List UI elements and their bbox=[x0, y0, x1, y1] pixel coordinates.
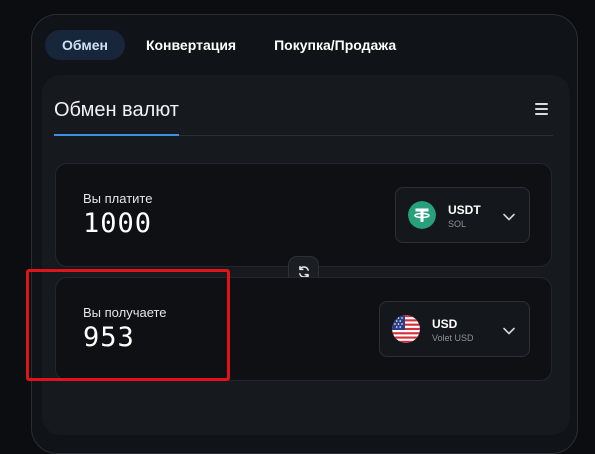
tether-icon bbox=[408, 201, 436, 229]
us-flag-icon bbox=[392, 315, 420, 343]
receive-currency-select[interactable]: USD Volet USD bbox=[379, 301, 530, 357]
tab-bar: Обмен Конвертация Покупка/Продажа bbox=[45, 30, 417, 60]
pay-label: Вы платите bbox=[83, 191, 153, 206]
tab-exchange[interactable]: Обмен bbox=[45, 30, 125, 60]
pay-currency-network: SOL bbox=[448, 219, 467, 229]
pay-section: Вы платите 1000 USDT SOL bbox=[55, 163, 552, 267]
receive-currency-code: USD bbox=[432, 317, 458, 331]
pay-amount-input[interactable]: 1000 bbox=[83, 208, 152, 239]
chevron-down-icon bbox=[503, 322, 515, 335]
tab-conversion[interactable]: Конвертация bbox=[129, 30, 253, 60]
highlight-annotation bbox=[26, 269, 230, 381]
hamburger-menu-icon[interactable] bbox=[535, 103, 548, 115]
chevron-down-icon bbox=[503, 208, 515, 221]
receive-currency-network: Volet USD bbox=[432, 333, 474, 343]
card-title: Обмен валют bbox=[54, 99, 179, 121]
pay-currency-select[interactable]: USDT SOL bbox=[395, 187, 530, 243]
title-active-indicator bbox=[54, 134, 179, 136]
pay-currency-code: USDT bbox=[448, 203, 481, 217]
tab-buy-sell[interactable]: Покупка/Продажа bbox=[257, 30, 413, 60]
